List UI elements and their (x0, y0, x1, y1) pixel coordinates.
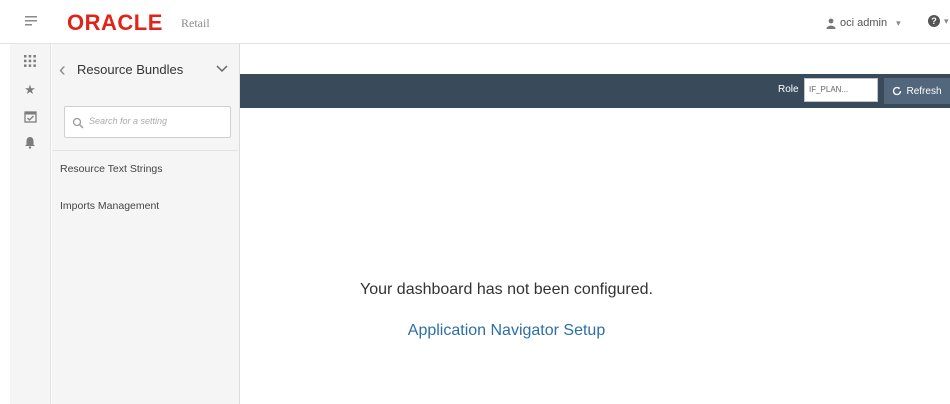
back-chevron-icon[interactable]: ‹ (59, 60, 66, 80)
oracle-logo: ORACLE (67, 10, 163, 35)
panel-header[interactable]: ‹ Resource Bundles (52, 56, 238, 86)
search-input[interactable]: Search for a setting (64, 106, 231, 138)
logo-suffix: Retail (181, 16, 210, 30)
icon-rail: ★ (10, 44, 51, 404)
role-value: IF_PLAN... (809, 85, 849, 94)
chevron-down-icon[interactable] (216, 62, 228, 76)
chevron-down-icon: ▾ (896, 17, 901, 28)
star-icon[interactable]: ★ (23, 83, 37, 97)
refresh-button[interactable]: Refresh (884, 78, 950, 104)
calendar-task-icon[interactable] (23, 110, 37, 124)
refresh-label: Refresh (906, 85, 942, 97)
search-placeholder: Search for a setting (89, 116, 168, 126)
help-menu[interactable]: ? ▾ (928, 15, 949, 27)
panel-divider (52, 150, 238, 151)
menu-icon[interactable] (24, 14, 38, 28)
top-header: ORACLE Retail oci admin ▾ ? ▾ (0, 0, 950, 44)
help-caret: ▾ (944, 15, 949, 26)
menu-item-resource-text-strings[interactable]: Resource Text Strings (60, 163, 163, 175)
empty-dashboard-message: Your dashboard has not been configured. (360, 281, 653, 298)
role-label: Role (778, 84, 799, 95)
search-icon (72, 116, 84, 129)
help-icon: ? (928, 15, 940, 27)
menu-item-imports-management[interactable]: Imports Management (60, 200, 159, 212)
refresh-icon (893, 86, 902, 96)
apps-grid-icon[interactable] (23, 54, 37, 68)
role-select[interactable]: IF_PLAN... (804, 78, 878, 102)
panel-title: Resource Bundles (77, 62, 184, 77)
user-menu[interactable]: oci admin ▾ (826, 17, 901, 29)
role-toolbar: Role IF_PLAN... Refresh (240, 74, 950, 108)
bell-icon[interactable] (23, 136, 37, 150)
user-icon (826, 18, 836, 29)
user-name: oci admin (840, 17, 888, 29)
application-navigator-setup-link[interactable]: Application Navigator Setup (240, 322, 773, 340)
settings-panel: ‹ Resource Bundles Search for a setting … (52, 44, 240, 404)
